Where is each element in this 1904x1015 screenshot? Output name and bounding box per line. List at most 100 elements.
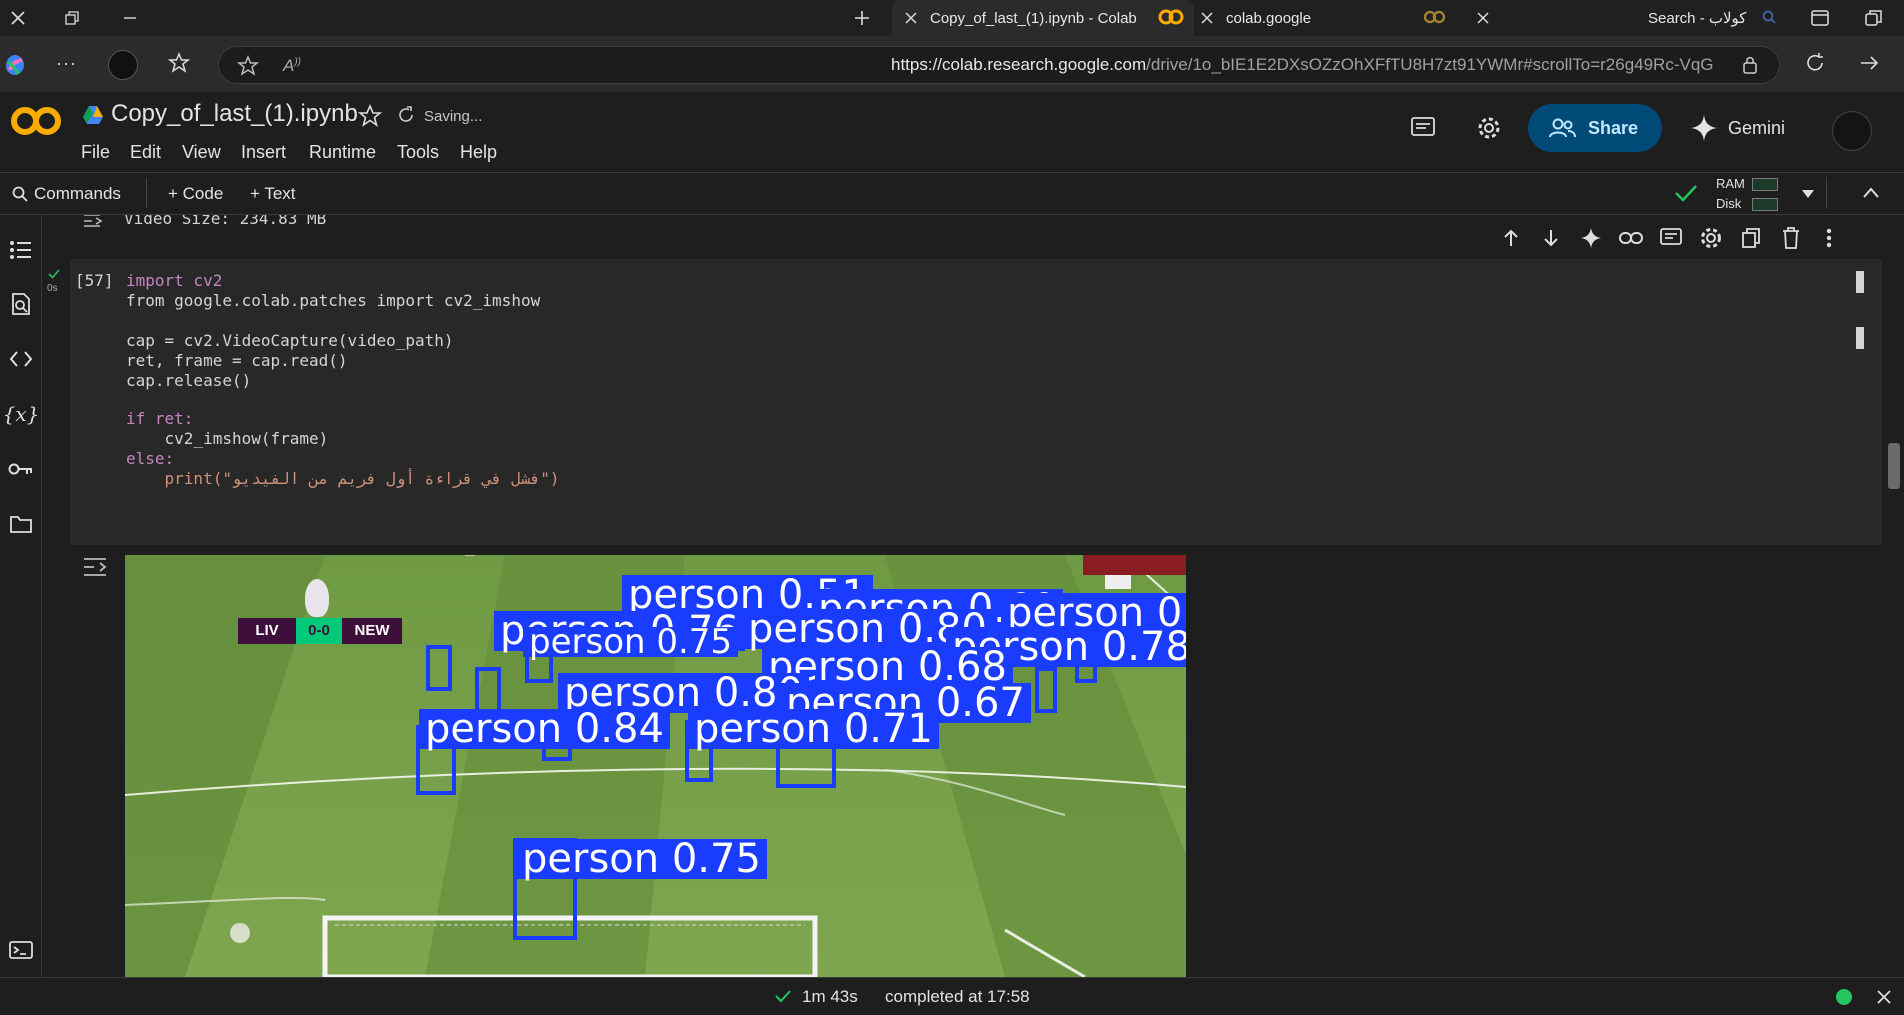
delete-icon[interactable] (1774, 221, 1808, 255)
home-team: LIV (238, 618, 296, 644)
detection-label: person 0.71 (688, 709, 939, 749)
tab-colab-notebook[interactable]: Copy_of_last_(1).ipynb - Colab (892, 0, 1194, 36)
cell-toolbar (1494, 215, 1894, 261)
menu-view[interactable]: View (182, 142, 221, 163)
menu-runtime[interactable]: Runtime (309, 142, 376, 163)
completed-check-icon (774, 989, 792, 1003)
status-bar: 1m 43s completed at 17:58 (0, 977, 1904, 1015)
divider (146, 178, 147, 208)
profile-avatar[interactable] (108, 50, 138, 80)
cell-settings-icon[interactable] (1694, 221, 1728, 255)
close-tab-icon[interactable] (1200, 11, 1214, 25)
close-tab-icon[interactable] (904, 11, 918, 25)
detection-label: person 0.84 (419, 709, 670, 749)
ram-bar (1752, 178, 1778, 191)
output-image: LIV 0-0 NEW person 0.51 person 0.60 pers… (125, 555, 1186, 977)
browser-titlebar: Copy_of_last_(1).ipynb - Colab colab.goo… (0, 0, 1904, 36)
execution-count: [57] (75, 271, 114, 290)
secrets-key-icon[interactable] (4, 452, 38, 486)
close-icon[interactable] (1876, 989, 1892, 1005)
add-text-button[interactable]: + Text (250, 184, 296, 204)
colab-header: Copy_of_last_(1).ipynb Saving... File Ed… (0, 92, 1904, 172)
new-tab-icon[interactable] (844, 4, 880, 32)
forward-icon[interactable] (1858, 52, 1880, 74)
code-line-4[interactable]: cap = cv2.VideoCapture(video_path) (126, 331, 454, 351)
add-code-button[interactable]: + Code (168, 184, 223, 204)
minimize-icon[interactable] (112, 4, 148, 32)
move-up-icon[interactable] (1494, 221, 1528, 255)
link-icon[interactable] (1614, 221, 1648, 255)
code-text: cv2_imshow(frame) (126, 429, 329, 448)
share-button[interactable]: Share (1528, 104, 1662, 152)
sidebar-toggle-icon[interactable] (1810, 8, 1830, 28)
completion-status[interactable]: completed at 17:58 (885, 987, 1030, 1007)
files-folder-icon[interactable] (4, 507, 38, 541)
tab-colab-google[interactable]: colab.google (1196, 0, 1496, 36)
address-bar[interactable]: A)) https://colab.research.google.com/dr… (218, 46, 1780, 84)
menu-file[interactable]: File (81, 142, 110, 163)
search-tab-label[interactable]: Search - كولاب (1648, 9, 1746, 27)
code-line-8[interactable]: if ret: (126, 409, 193, 429)
table-of-contents-icon[interactable] (4, 233, 38, 267)
refresh-icon[interactable] (1804, 52, 1826, 74)
account-avatar[interactable] (1832, 111, 1872, 151)
colab-logo-icon[interactable] (10, 106, 62, 136)
menu-edit[interactable]: Edit (130, 142, 161, 163)
menu-help[interactable]: Help (460, 142, 497, 163)
menu-insert[interactable]: Insert (241, 142, 286, 163)
settings-icon[interactable] (1476, 115, 1502, 141)
terminal-icon[interactable] (4, 933, 38, 967)
chevron-up-icon[interactable] (1862, 186, 1880, 200)
find-replace-icon[interactable] (4, 287, 38, 321)
resource-monitor[interactable]: RAM Disk (1716, 175, 1780, 213)
runtime-status-dot[interactable] (1836, 989, 1852, 1005)
code-line-10[interactable]: else: (126, 449, 174, 469)
add-favorite-icon[interactable] (237, 55, 259, 77)
comments-icon[interactable] (1410, 116, 1436, 140)
lock-icon[interactable] (1741, 55, 1759, 75)
move-down-icon[interactable] (1534, 221, 1568, 255)
execution-time: 0s (47, 283, 58, 294)
code-line-6[interactable]: cap.release() (126, 371, 251, 391)
chevron-down-icon[interactable] (1800, 188, 1816, 200)
mirror-cell-icon[interactable] (1734, 221, 1768, 255)
close-tab-icon[interactable] (1476, 11, 1490, 25)
more-options-icon[interactable]: ··· (56, 53, 77, 74)
code-line-2[interactable]: from google.colab.patches import cv2_ims… (126, 291, 540, 311)
url-text[interactable]: https://colab.research.google.com/drive/… (891, 55, 1714, 75)
drive-icon (82, 105, 104, 125)
close-window-icon[interactable] (0, 4, 36, 32)
code-line-1[interactable]: import cv2 (126, 271, 222, 291)
more-vert-icon[interactable] (1812, 221, 1846, 255)
variables-icon[interactable]: {x} (3, 397, 40, 431)
tab-title: colab.google (1226, 9, 1312, 27)
read-aloud-icon[interactable]: A)) (283, 56, 301, 76)
scrollbar-thumb[interactable] (1888, 443, 1900, 489)
gemini-button[interactable]: Gemini (1690, 104, 1800, 152)
code-text: ret, frame = cap.read() (126, 351, 348, 370)
copilot-icon[interactable] (2, 52, 28, 78)
output-toggle-icon[interactable] (82, 557, 108, 577)
gemini-sparkle-icon[interactable] (1574, 221, 1608, 255)
notebook-title[interactable]: Copy_of_last_(1).ipynb (111, 100, 358, 128)
share-label: Share (1588, 117, 1639, 138)
output-toggle-icon[interactable] (82, 215, 106, 227)
minimap-marker (1856, 271, 1864, 293)
detection-box (426, 645, 452, 691)
code-snippets-icon[interactable] (4, 342, 38, 376)
menu-tools[interactable]: Tools (397, 142, 439, 163)
code-text: import cv2 (126, 271, 223, 290)
tab-actions-icon[interactable] (1864, 8, 1884, 28)
star-icon[interactable] (358, 104, 382, 128)
code-line-9[interactable]: cv2_imshow(frame) (126, 429, 329, 449)
run-duration: 1m 43s (802, 987, 858, 1006)
comment-icon[interactable] (1654, 221, 1688, 255)
code-line-5[interactable]: ret, frame = cap.read() (126, 351, 348, 371)
url-host: https://colab.research.google.com (891, 55, 1147, 74)
notebook-toolbar: Commands + Code + Text RAM Disk (0, 172, 1904, 215)
commands-button[interactable]: Commands (34, 184, 121, 204)
code-line-11[interactable]: print("فشل في قراءة أول فريم من الفيديو"… (126, 469, 560, 489)
favorites-icon[interactable] (168, 52, 190, 74)
restore-icon[interactable] (54, 4, 90, 32)
code-cell[interactable]: [57] import cv2 from google.colab.patche… (70, 259, 1882, 545)
